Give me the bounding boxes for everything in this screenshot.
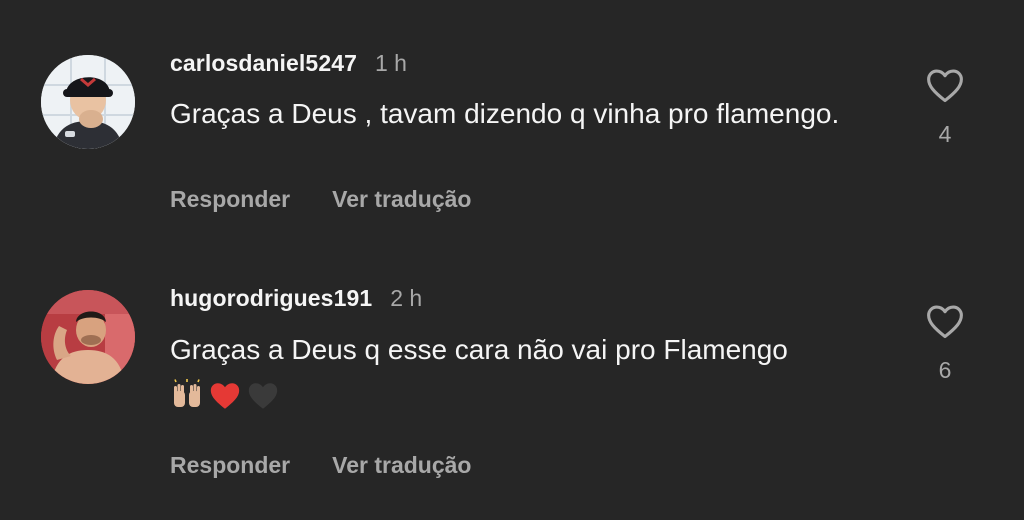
username[interactable]: hugorodrigues191	[170, 285, 372, 312]
see-translation-button[interactable]: Ver tradução	[332, 186, 471, 213]
like-section: 6	[924, 303, 966, 384]
like-count: 6	[938, 357, 952, 383]
avatar[interactable]	[41, 290, 135, 384]
comment-text: Graças a Deus q esse cara não vai pro Fl…	[170, 328, 870, 416]
reply-button[interactable]: Responder	[170, 452, 290, 479]
username[interactable]: carlosdaniel5247	[170, 50, 357, 77]
raising-hands-emoji	[170, 378, 204, 413]
like-section: 4	[924, 67, 966, 148]
comment-actions: Responder Ver tradução	[170, 186, 471, 213]
timestamp: 1 h	[375, 50, 407, 76]
like-count: 4	[938, 121, 952, 147]
comment-text: Graças a Deus , tavam dizendo q vinha pr…	[170, 98, 840, 129]
timestamp: 2 h	[390, 285, 423, 311]
reply-button[interactable]: Responder	[170, 186, 290, 213]
comment-meta: hugorodrigues191 2 h	[170, 285, 422, 312]
red-heart-emoji	[208, 379, 242, 413]
avatar[interactable]	[41, 55, 135, 149]
comment-meta: carlosdaniel5247 1 h	[170, 50, 407, 77]
comment-item: carlosdaniel5247 1 h Graças a Deus , tav…	[0, 0, 1024, 260]
see-translation-button[interactable]: Ver tradução	[332, 452, 471, 479]
heart-icon[interactable]	[924, 67, 966, 103]
comment-item: hugorodrigues191 2 h Graças a Deus q ess…	[0, 260, 1024, 520]
heart-icon[interactable]	[924, 303, 966, 339]
comment-text-body: Graças a Deus q esse cara não vai pro Fl…	[170, 334, 788, 365]
black-heart-emoji	[246, 379, 280, 413]
emoji-row	[170, 378, 280, 413]
comment-actions: Responder Ver tradução	[170, 452, 471, 479]
